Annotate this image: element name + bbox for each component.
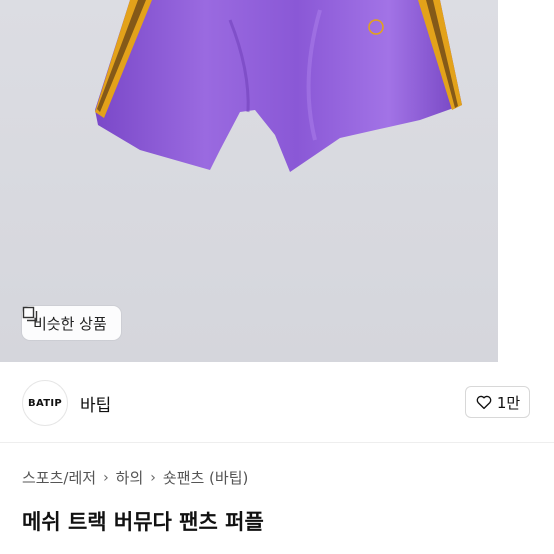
product-photo[interactable]: 비슷한 상품	[0, 0, 498, 362]
seller-row: BATIP 바팁 1만	[0, 362, 554, 443]
avatar-text: BATIP	[28, 397, 62, 409]
product-title: 메쉬 트랙 버뮤다 팬츠 퍼플	[22, 510, 264, 534]
copy-icon	[22, 306, 38, 322]
heart-outline-icon	[476, 395, 492, 410]
product-image-area: 비슷한 상품	[0, 0, 554, 362]
similar-products-label: 비슷한 상품	[33, 314, 107, 333]
breadcrumb-item-category[interactable]: 스포츠/레저	[22, 467, 96, 488]
chevron-right-icon: ›	[150, 469, 156, 486]
chevron-right-icon: ›	[103, 469, 109, 486]
seller-name[interactable]: 바팁	[80, 391, 111, 416]
similar-products-button[interactable]: 비슷한 상품	[22, 306, 121, 340]
like-button[interactable]: 1만	[465, 386, 530, 418]
shorts-body	[95, 0, 462, 172]
seller-avatar[interactable]: BATIP	[22, 380, 68, 426]
breadcrumb-item-subcategory[interactable]: 하의	[116, 467, 144, 488]
breadcrumb: 스포츠/레저 › 하의 › 숏팬츠 (바팁)	[22, 467, 248, 488]
like-count: 1만	[496, 393, 521, 412]
breadcrumb-item-type[interactable]: 숏팬츠 (바팁)	[163, 467, 248, 488]
